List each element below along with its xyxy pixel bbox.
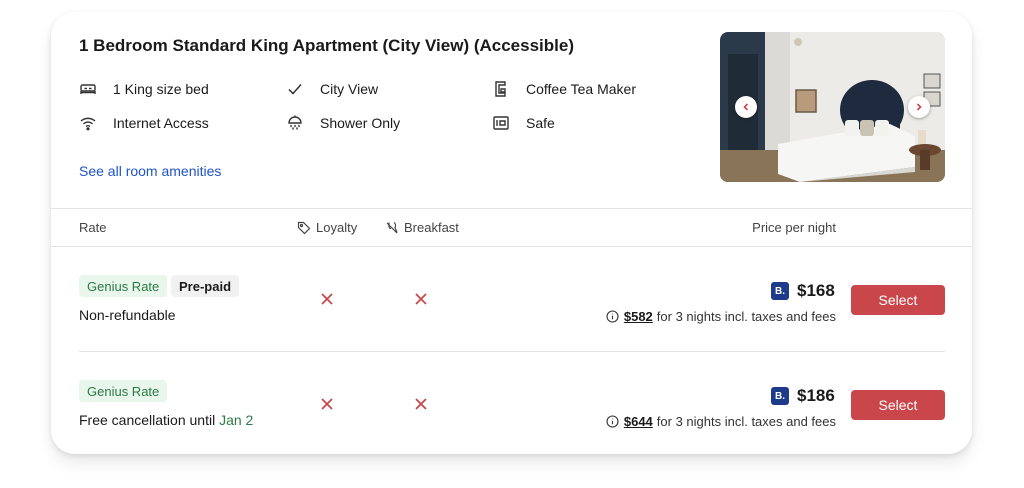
chevron-right-icon: [916, 103, 922, 111]
price-per-night: $186: [797, 386, 835, 405]
header-price: Price per night: [752, 220, 836, 235]
select-button[interactable]: Select: [851, 390, 945, 420]
total-amount[interactable]: $582: [624, 309, 653, 324]
photo-prev-button[interactable]: [735, 96, 757, 118]
cancellation-policy: Free cancellation until Jan 2: [79, 412, 254, 428]
header-rate: Rate: [79, 220, 107, 235]
prepaid-badge: Pre-paid: [171, 275, 240, 297]
x-icon: [321, 398, 333, 410]
room-title: 1 Bedroom Standard King Apartment (City …: [79, 36, 574, 55]
total-price: $644 for 3 nights incl. taxes and fees: [606, 414, 836, 429]
amenity-coffee: Coffee Tea Maker: [492, 80, 636, 98]
divider: [51, 208, 972, 209]
wifi-icon: [79, 114, 97, 132]
amenity-bed: 1 King size bed: [79, 80, 209, 98]
x-icon: [321, 293, 333, 305]
amenity-shower: Shower Only: [286, 114, 400, 132]
divider: [79, 351, 945, 352]
safe-icon: [492, 114, 510, 132]
total-price: $582 for 3 nights incl. taxes and fees: [606, 309, 836, 324]
header-breakfast: Breakfast: [385, 220, 459, 235]
breakfast-icon: [386, 221, 398, 233]
amenity-label: Safe: [526, 115, 555, 131]
divider: [51, 246, 972, 247]
amenity-wifi: Internet Access: [79, 114, 209, 132]
bed-icon: [79, 80, 97, 98]
room-photo[interactable]: [720, 32, 945, 182]
select-button[interactable]: Select: [851, 285, 945, 315]
booking-logo-icon: B.: [771, 387, 789, 405]
chevron-left-icon: [743, 103, 749, 111]
see-all-amenities-link[interactable]: See all room amenities: [79, 163, 221, 179]
amenity-label: Coffee Tea Maker: [526, 81, 636, 97]
checkmark-icon: [286, 80, 304, 98]
amenity-label: Internet Access: [113, 115, 209, 131]
price-per-night: $168: [797, 281, 835, 300]
coffee-maker-icon: [492, 80, 510, 98]
header-loyalty: Loyalty: [297, 220, 357, 235]
info-icon: [606, 310, 619, 323]
genius-rate-badge: Genius Rate: [79, 275, 168, 297]
x-icon: [415, 293, 427, 305]
cancellation-date: Jan 2: [219, 412, 254, 428]
cancellation-policy: Non-refundable: [79, 307, 176, 323]
tag-icon: [297, 221, 311, 234]
x-icon: [415, 398, 427, 410]
amenity-label: 1 King size bed: [113, 81, 209, 97]
info-icon: [606, 415, 619, 428]
genius-rate-badge: Genius Rate: [79, 380, 168, 402]
room-card: 1 Bedroom Standard King Apartment (City …: [51, 12, 972, 454]
amenity-label: City View: [320, 81, 379, 97]
amenity-label: Shower Only: [320, 115, 401, 131]
photo-next-button[interactable]: [908, 96, 930, 118]
amenity-view: City View: [286, 80, 378, 98]
total-amount[interactable]: $644: [624, 414, 653, 429]
amenity-safe: Safe: [492, 114, 555, 132]
shower-icon: [286, 114, 304, 132]
booking-logo-icon: B.: [771, 282, 789, 300]
